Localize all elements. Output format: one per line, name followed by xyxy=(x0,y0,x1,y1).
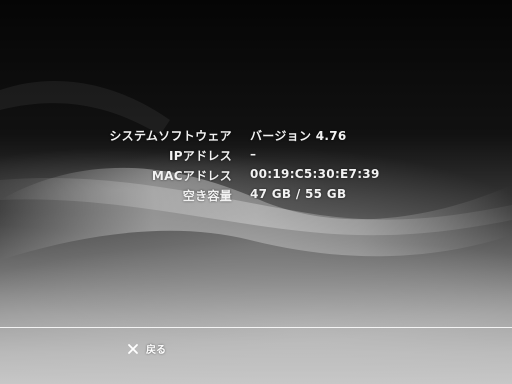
free-space-label: 空き容量 xyxy=(182,189,232,203)
ps3-system-info-screen: システムソフトウェア バージョン 4.76 IPアドレス – MACアドレス 0… xyxy=(0,0,512,384)
info-row-system-software: システムソフトウェア バージョン 4.76 xyxy=(0,127,512,147)
system-software-value: バージョン 4.76 xyxy=(250,129,347,143)
cross-icon xyxy=(128,343,138,354)
system-software-label: システムソフトウェア xyxy=(109,129,232,143)
info-row-mac-address: MACアドレス 00:19:C5:30:E7:39 xyxy=(0,167,512,187)
info-row-free-space: 空き容量 47 GB / 55 GB xyxy=(0,187,512,207)
ip-address-label: IPアドレス xyxy=(168,149,232,163)
back-label: 戻る xyxy=(146,345,166,356)
back-button[interactable]: 戻る xyxy=(126,341,166,356)
mac-address-value: 00:19:C5:30:E7:39 xyxy=(250,167,380,181)
mac-address-label: MACアドレス xyxy=(151,169,232,183)
free-space-value: 47 GB / 55 GB xyxy=(250,187,347,201)
system-info-table: システムソフトウェア バージョン 4.76 IPアドレス – MACアドレス 0… xyxy=(0,127,512,207)
info-row-ip-address: IPアドレス – xyxy=(0,147,512,167)
ip-address-value: – xyxy=(250,147,257,161)
footer-divider xyxy=(0,327,512,328)
